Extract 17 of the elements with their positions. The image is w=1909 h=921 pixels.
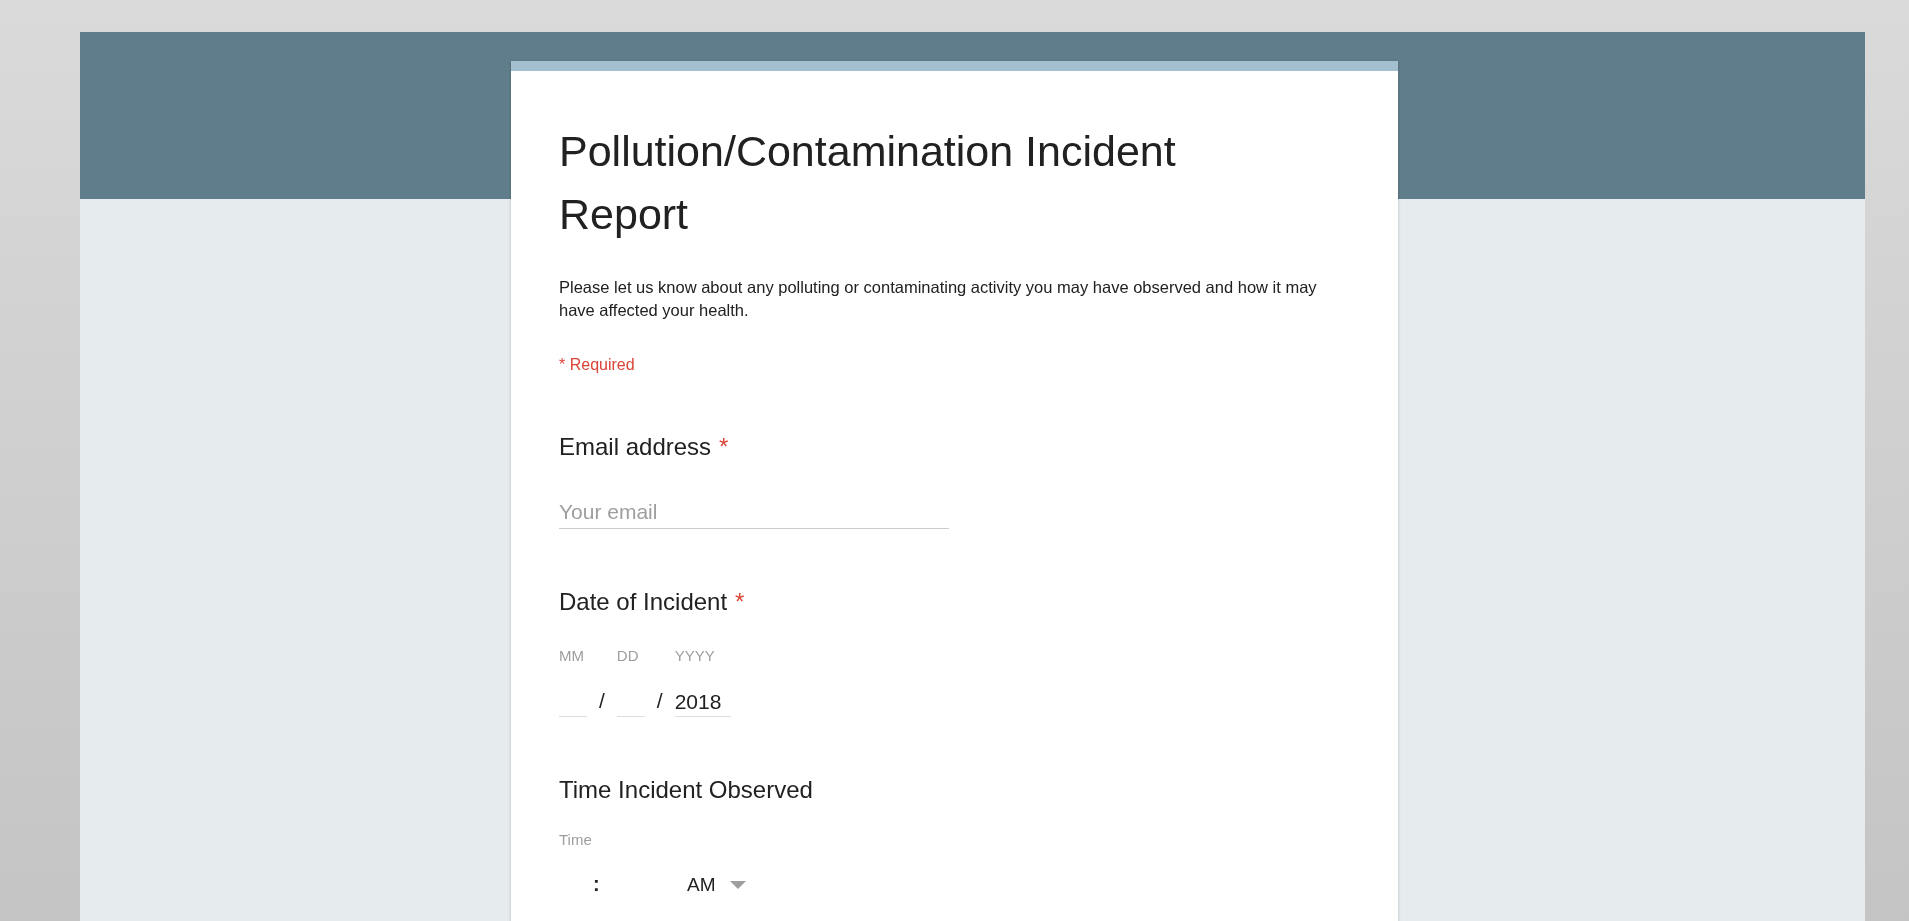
- required-mark: *: [719, 433, 729, 461]
- time-label: Time: [559, 831, 592, 848]
- form-title: Pollution/Contamination Incident Report: [559, 126, 1177, 240]
- required-note: * Required: [559, 356, 635, 374]
- required-mark: *: [735, 588, 745, 616]
- question-title: Date of Incident: [559, 588, 728, 616]
- date-part-label: MM: [559, 647, 585, 666]
- date-part-label: YYYY: [674, 647, 716, 666]
- question-title: Email address: [559, 433, 712, 461]
- form-description: Please let us know about any polluting or contaminating activity you may have observed and how it may have affected your health.: [559, 277, 1318, 321]
- date-separator: /: [598, 688, 606, 713]
- time-separator: :: [593, 873, 601, 896]
- question-title: Time Incident Observed: [559, 776, 813, 804]
- period-dropdown[interactable]: AM: [687, 873, 746, 896]
- caret-icon: [729, 880, 746, 889]
- date-separator: /: [655, 688, 664, 713]
- date-part-label: DD: [616, 647, 640, 666]
